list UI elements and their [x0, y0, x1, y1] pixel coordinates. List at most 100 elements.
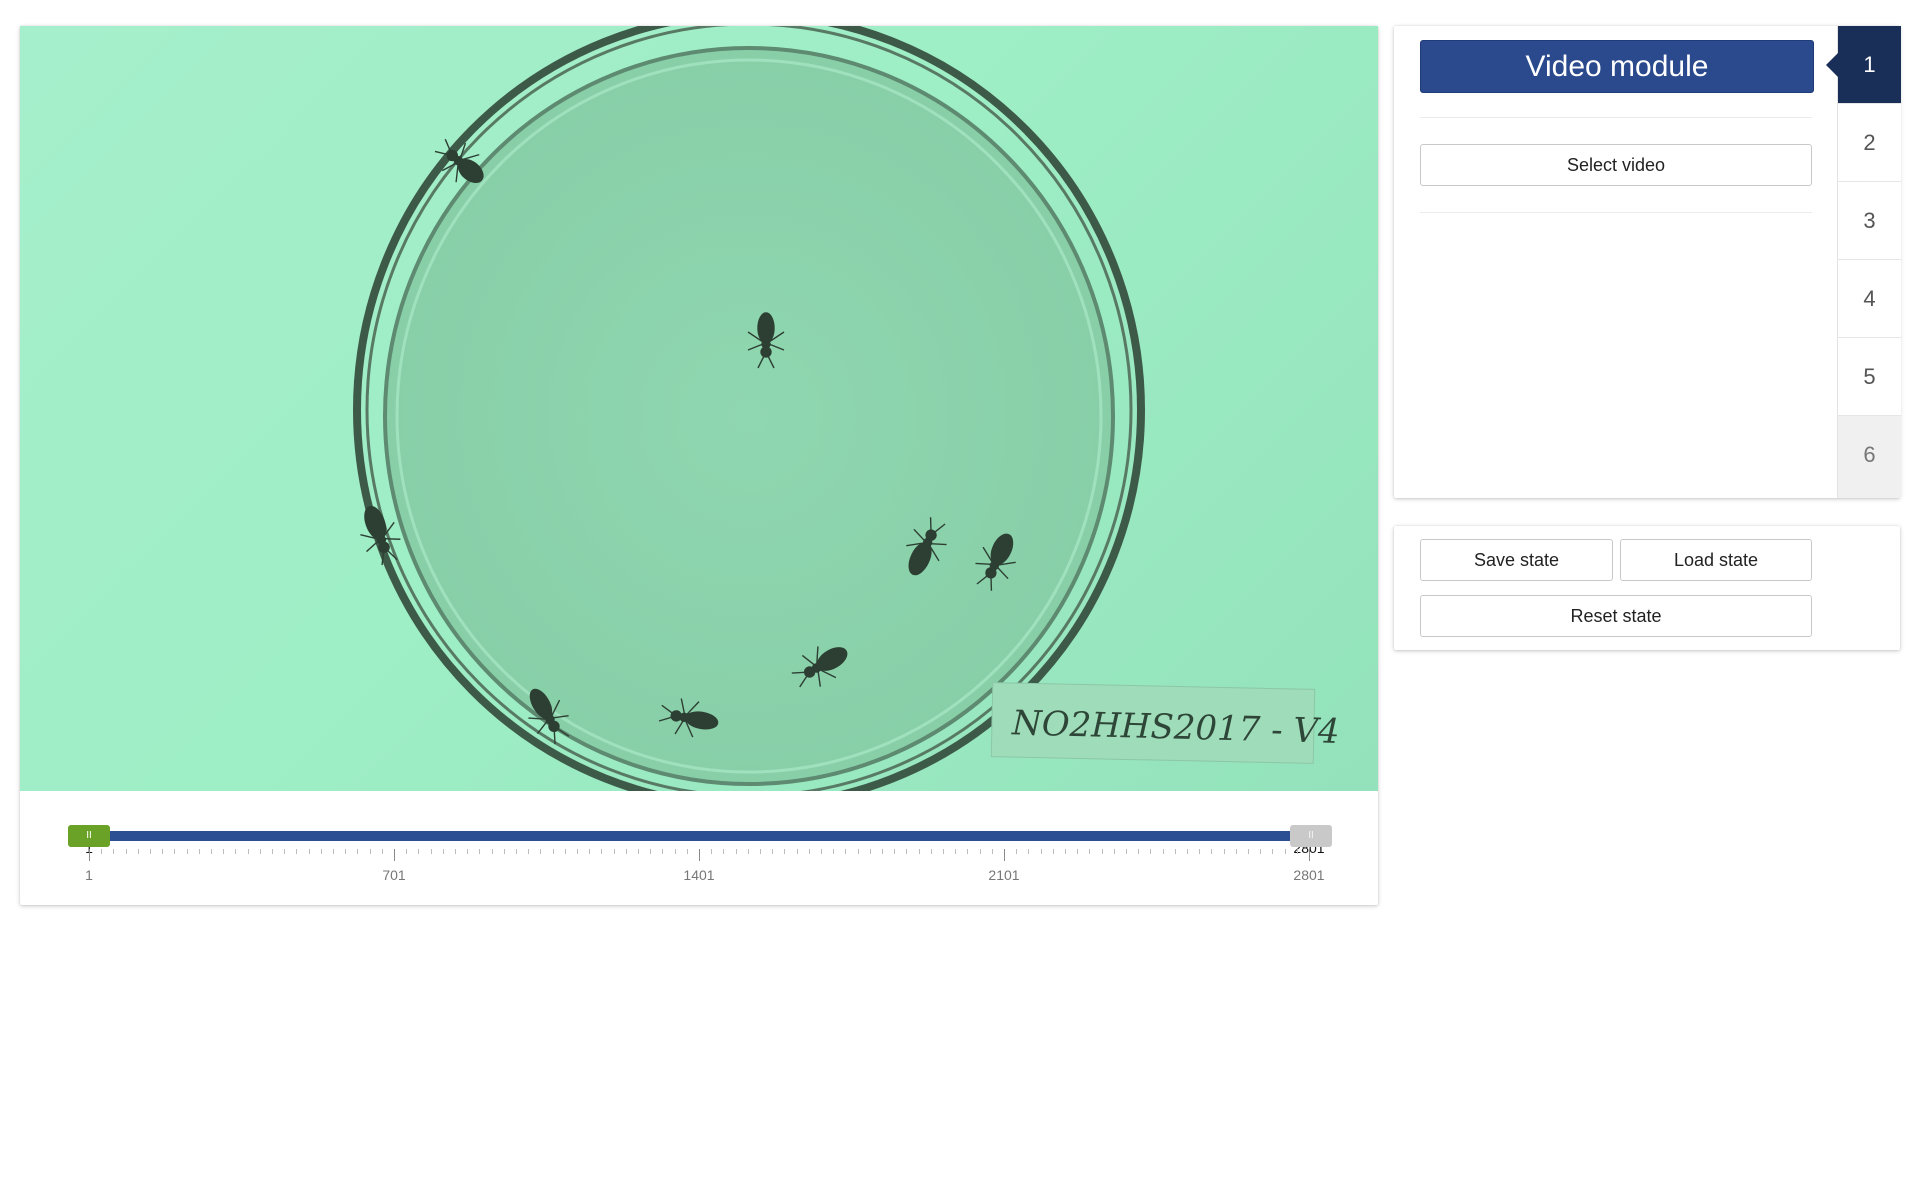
- video-frame: NO2HHS2017 - V4: [20, 26, 1378, 791]
- slider-minor-tick: [1162, 849, 1164, 854]
- slider-minor-tick: [211, 849, 212, 854]
- reset-state-button[interactable]: Reset state: [1420, 595, 1812, 637]
- slider-minor-tick: [113, 849, 115, 854]
- video-card: NO2HHS2017 - V4 1 2801 II II 1 701 1401 …: [20, 26, 1378, 905]
- dish-inner: [383, 46, 1115, 786]
- slider-minor-tick: [1235, 849, 1237, 854]
- step-tab-3[interactable]: 3: [1838, 182, 1901, 260]
- slider-minor-tick: [747, 849, 749, 854]
- slider-minor-tick: [821, 849, 822, 854]
- slider-minor-tick: [760, 849, 761, 854]
- state-panel: Save state Load state Reset state: [1394, 526, 1900, 650]
- slider-tick-label: 1401: [683, 867, 715, 883]
- step-tab-6[interactable]: 6: [1838, 416, 1901, 498]
- slider-minor-tick: [943, 849, 944, 854]
- slider-minor-tick: [845, 849, 847, 854]
- slider-minor-tick: [1113, 849, 1115, 854]
- slider-tick-label: 701: [382, 867, 406, 883]
- step-tab-2[interactable]: 2: [1838, 104, 1901, 182]
- slider-tick-label: 1: [85, 867, 93, 883]
- slider-minor-tick: [1150, 849, 1152, 854]
- slider-minor-tick: [613, 849, 615, 854]
- slider-major-tick: [89, 849, 90, 861]
- slider-minor-tick: [186, 849, 188, 854]
- slider-minor-tick: [284, 849, 286, 854]
- slider-minor-tick: [308, 849, 310, 854]
- slider-minor-tick: [735, 849, 737, 854]
- slider-minor-tick: [833, 849, 835, 854]
- slider-minor-tick: [808, 849, 810, 854]
- slider-minor-tick: [467, 849, 469, 854]
- slider-minor-tick: [125, 849, 127, 854]
- slider-minor-tick: [1260, 849, 1262, 854]
- slider-major-tick: [1309, 849, 1310, 861]
- slider-start-handle[interactable]: II: [68, 825, 110, 847]
- slider-minor-tick: [564, 849, 566, 854]
- slider-minor-tick: [381, 849, 383, 854]
- load-state-button[interactable]: Load state: [1620, 539, 1812, 581]
- select-video-button[interactable]: Select video: [1420, 144, 1812, 186]
- slider-minor-tick: [430, 849, 432, 854]
- slider-minor-tick: [955, 849, 957, 854]
- slider-minor-tick: [101, 849, 103, 854]
- slider-minor-tick: [967, 849, 969, 854]
- slider-minor-tick: [491, 849, 493, 854]
- divider: [1420, 117, 1812, 118]
- slider-tick-label: 2101: [988, 867, 1020, 883]
- slider-major-tick: [1004, 849, 1005, 861]
- slider-minor-tick: [479, 849, 481, 854]
- step-tab-4[interactable]: 4: [1838, 260, 1901, 338]
- slider-minor-tick: [772, 849, 774, 854]
- slider-minor-tick: [1028, 849, 1030, 854]
- slider-minor-tick: [345, 849, 347, 854]
- slider-minor-tick: [235, 849, 237, 854]
- module-panel: Video module Select video 1 2 3 4 5 6: [1394, 26, 1901, 498]
- slider-minor-tick: [723, 849, 725, 854]
- slider-minor-tick: [137, 849, 139, 854]
- slider-minor-tick: [174, 849, 176, 854]
- slider-minor-tick: [662, 849, 664, 854]
- slider-track[interactable]: [108, 831, 1308, 841]
- slider-minor-tick: [1187, 849, 1188, 854]
- divider: [1420, 212, 1812, 213]
- slider-minor-tick: [601, 849, 603, 854]
- slider-minor-tick: [1284, 849, 1286, 854]
- slider-minor-tick: [162, 849, 164, 854]
- slider-minor-tick: [223, 849, 225, 854]
- slider-minor-tick: [1126, 849, 1127, 854]
- step-tab-1[interactable]: 1: [1838, 26, 1901, 104]
- slider-minor-tick: [589, 849, 591, 854]
- slider-minor-tick: [882, 849, 883, 854]
- slider-minor-tick: [625, 849, 627, 854]
- slider-minor-tick: [442, 849, 444, 854]
- slider-minor-tick: [259, 849, 261, 854]
- slider-minor-tick: [1248, 849, 1249, 854]
- slider-minor-tick: [1016, 849, 1018, 854]
- slider-minor-tick: [272, 849, 273, 854]
- slider-minor-tick: [1077, 849, 1079, 854]
- slider-minor-tick: [150, 849, 151, 854]
- slider-minor-tick: [1211, 849, 1213, 854]
- slider-minor-tick: [528, 849, 530, 854]
- slider-tick-label: 2801: [1293, 867, 1325, 883]
- step-tabs: 1 2 3 4 5 6: [1826, 26, 1901, 498]
- step-tab-5[interactable]: 5: [1838, 338, 1901, 416]
- slider-major-tick: [699, 849, 700, 861]
- video-image: NO2HHS2017 - V4: [353, 26, 1340, 791]
- slider-minor-tick: [674, 849, 676, 854]
- slider-minor-tick: [711, 849, 713, 854]
- slider-major-tick: [394, 849, 395, 861]
- slider-minor-tick: [1040, 849, 1042, 854]
- frame-range-slider[interactable]: 1 2801 II II 1 701 1401 2101 2801: [20, 791, 1378, 905]
- slider-minor-tick: [406, 849, 408, 854]
- save-state-button[interactable]: Save state: [1420, 539, 1613, 581]
- slider-minor-tick: [333, 849, 334, 854]
- slider-minor-tick: [918, 849, 920, 854]
- slider-minor-tick: [869, 849, 871, 854]
- module-title: Video module: [1420, 40, 1814, 93]
- slider-minor-tick: [1089, 849, 1091, 854]
- slider-minor-tick: [357, 849, 359, 854]
- slider-minor-tick: [552, 849, 554, 854]
- slider-end-handle[interactable]: II: [1290, 825, 1332, 847]
- slider-minor-tick: [1174, 849, 1176, 854]
